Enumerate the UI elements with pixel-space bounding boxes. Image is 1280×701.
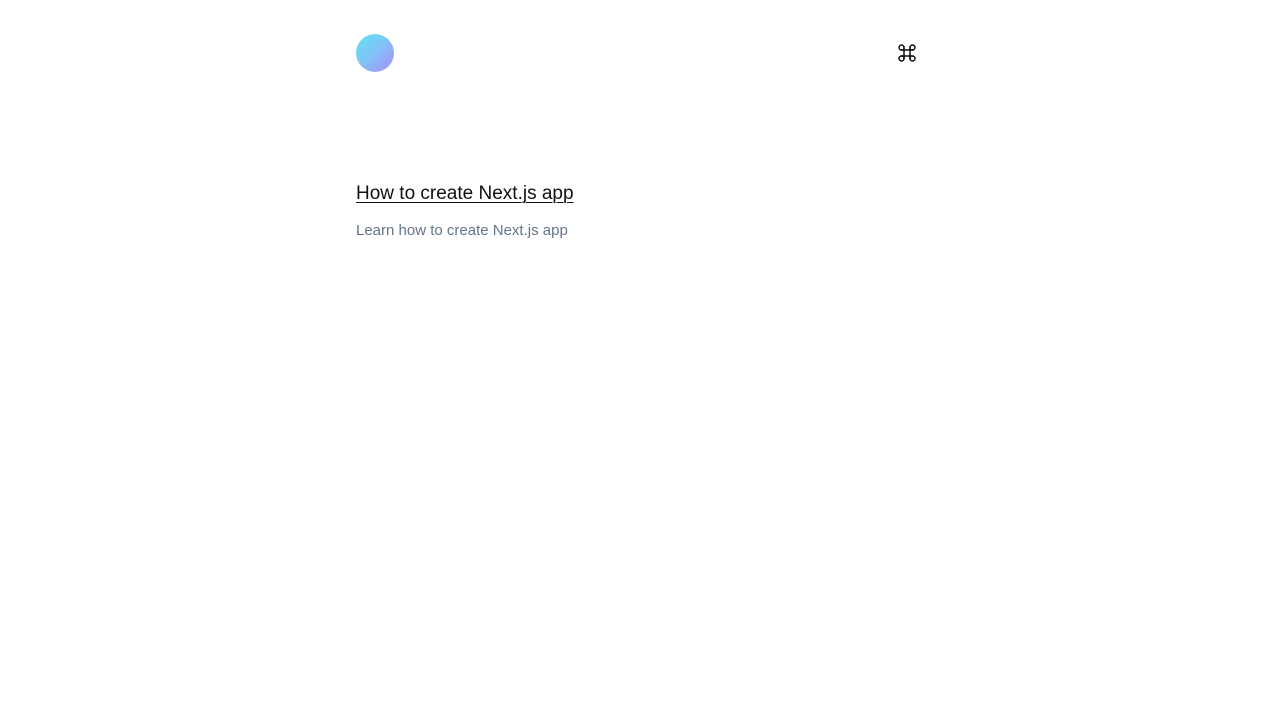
command-menu-button[interactable] [892,38,922,68]
page: How to create Next.js app Learn how to c… [0,0,1280,701]
command-key-icon [898,44,916,62]
post-item: How to create Next.js app Learn how to c… [356,181,956,241]
avatar[interactable] [356,34,394,72]
post-title-link[interactable]: How to create Next.js app [356,181,574,207]
post-description: Learn how to create Next.js app [356,222,568,239]
